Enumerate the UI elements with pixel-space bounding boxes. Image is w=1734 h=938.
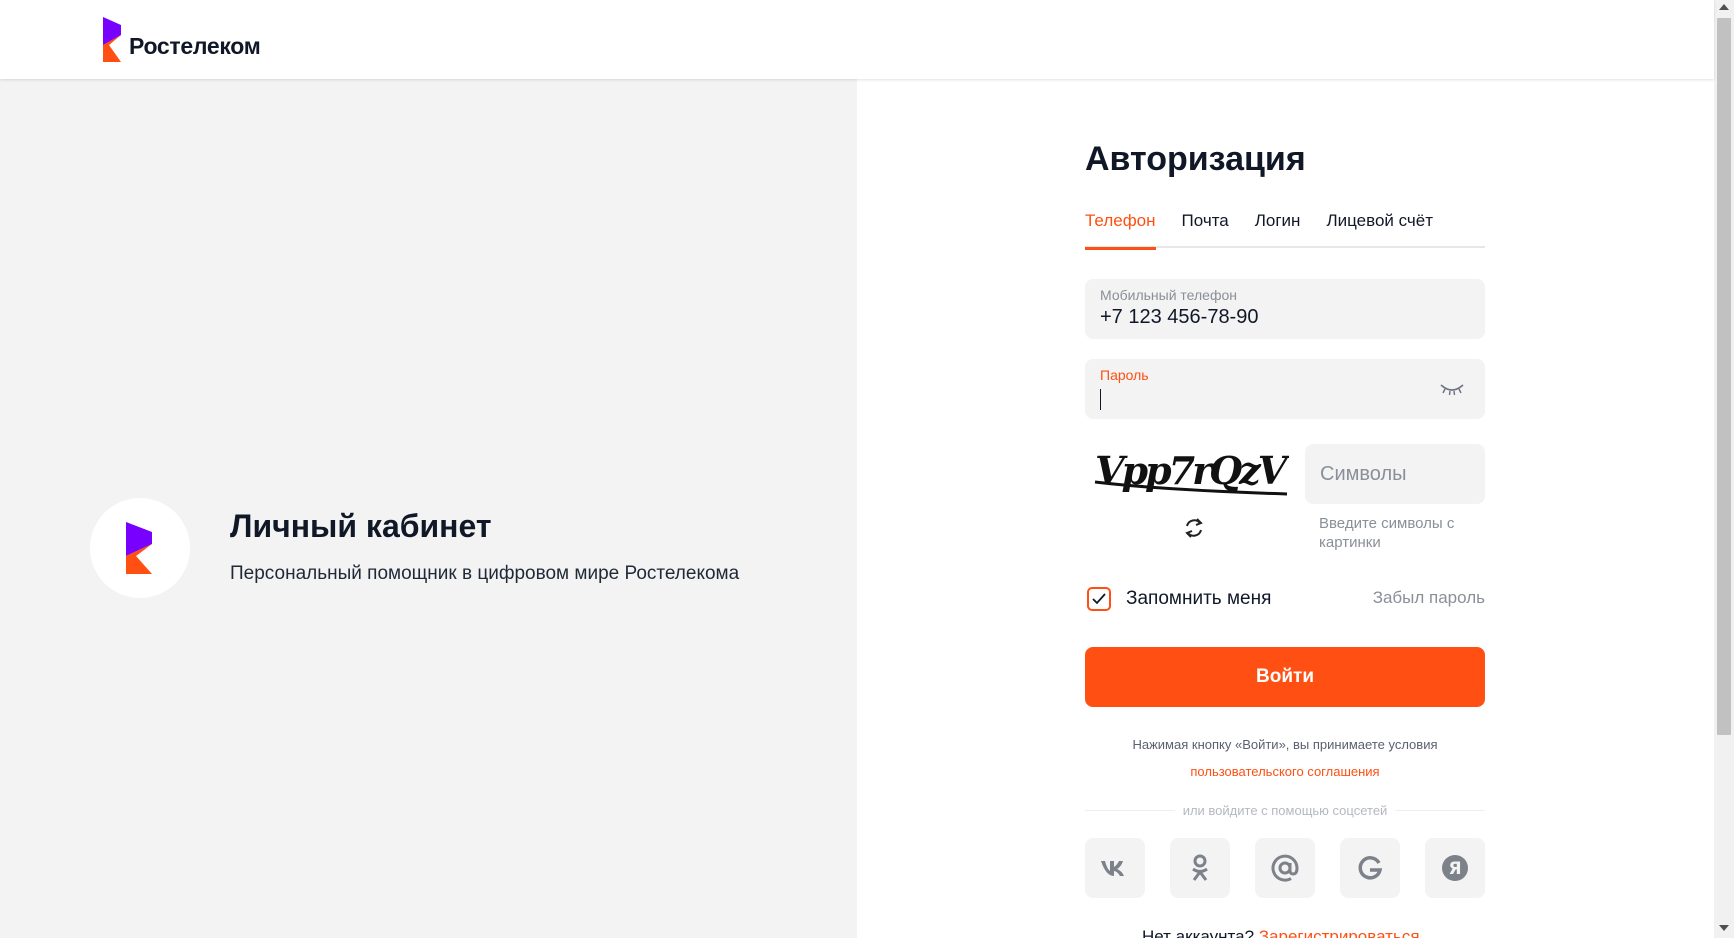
login-button[interactable]: Войти (1085, 647, 1485, 707)
checkbox-box[interactable] (1087, 587, 1111, 611)
refresh-captcha-icon[interactable] (1182, 516, 1206, 540)
vk-login-button[interactable] (1085, 838, 1145, 898)
promo-subtitle: Персональный помощник в цифровом мире Ро… (230, 563, 740, 584)
checkmark-icon (1092, 593, 1106, 605)
mail-icon (1271, 854, 1299, 882)
terms-text: Нажимая кнопку «Войти», вы принимаете ус… (1132, 737, 1438, 752)
remember-me-label: Запомнить меня (1126, 588, 1272, 609)
password-field-label: Пароль (1100, 367, 1149, 383)
brand-logo-link[interactable]: Ростелеком (99, 17, 261, 62)
yandex-login-button[interactable]: Я (1425, 838, 1485, 898)
header: Ростелеком (0, 0, 1714, 79)
auth-form: Авторизация (1085, 140, 1485, 179)
scroll-up-arrow-icon[interactable] (1719, 4, 1729, 10)
remember-me-checkbox[interactable]: Запомнить меня (1087, 587, 1271, 611)
social-login-buttons: Я (1085, 838, 1485, 898)
phone-field-label: Мобильный телефон (1100, 287, 1237, 303)
terms-notice: Нажимая кнопку «Войти», вы принимаете ус… (1085, 731, 1485, 785)
promo-title: Личный кабинет (230, 508, 492, 544)
promo-logo (90, 498, 190, 598)
rostelecom-logo-icon (126, 522, 152, 574)
odnoklassniki-icon (1192, 854, 1208, 881)
auth-title: Авторизация (1085, 140, 1306, 178)
captcha-input[interactable]: Символы (1305, 444, 1485, 504)
odnoklassniki-login-button[interactable] (1170, 838, 1230, 898)
tab-account-number[interactable]: Лицевой счёт (1326, 208, 1433, 248)
brand-name: Ростелеком (129, 33, 261, 59)
rostelecom-logo-icon (103, 17, 121, 62)
svg-text:Я: Я (1448, 859, 1461, 879)
social-divider: или войдите с помощью соцсетей (1085, 800, 1485, 820)
mail-ru-login-button[interactable] (1255, 838, 1315, 898)
tab-login[interactable]: Логин (1255, 208, 1301, 248)
register-prompt: Нет аккаунта? Зарегистрироваться (1142, 927, 1420, 938)
yandex-icon: Я (1442, 855, 1468, 881)
tab-phone[interactable]: Телефон (1085, 208, 1156, 250)
tab-email[interactable]: Почта (1182, 208, 1229, 248)
page-scrollbar[interactable] (1714, 0, 1734, 938)
social-divider-text: или войдите с помощью соцсетей (1182, 802, 1388, 818)
vk-icon (1101, 861, 1124, 876)
captcha-image: Vpp7rQzV (1094, 448, 1289, 496)
captcha-input-placeholder: Символы (1320, 463, 1407, 485)
register-text: Нет аккаунта? (1142, 927, 1255, 938)
register-link[interactable]: Зарегистрироваться (1259, 927, 1420, 938)
text-caret (1100, 389, 1101, 410)
auth-tabs: Телефон Почта Логин Лицевой счёт (1085, 208, 1485, 250)
forgot-password-link[interactable]: Забыл пароль (1373, 588, 1485, 608)
password-field[interactable]: Пароль (1085, 359, 1485, 419)
scrollbar-thumb[interactable] (1717, 18, 1731, 735)
google-login-button[interactable] (1340, 838, 1400, 898)
captcha-hint: Введите символы с картинки (1319, 515, 1455, 551)
phone-field[interactable]: Мобильный телефон +7 123 456-78-90 (1085, 279, 1485, 339)
phone-field-value: +7 123 456-78-90 (1100, 306, 1259, 328)
scroll-down-arrow-icon[interactable] (1719, 925, 1729, 931)
eye-closed-icon[interactable] (1439, 381, 1465, 397)
terms-link[interactable]: пользовательского соглашения (1085, 758, 1485, 785)
divider-line (1395, 809, 1485, 811)
google-icon (1358, 856, 1383, 880)
divider-line (1085, 809, 1175, 811)
